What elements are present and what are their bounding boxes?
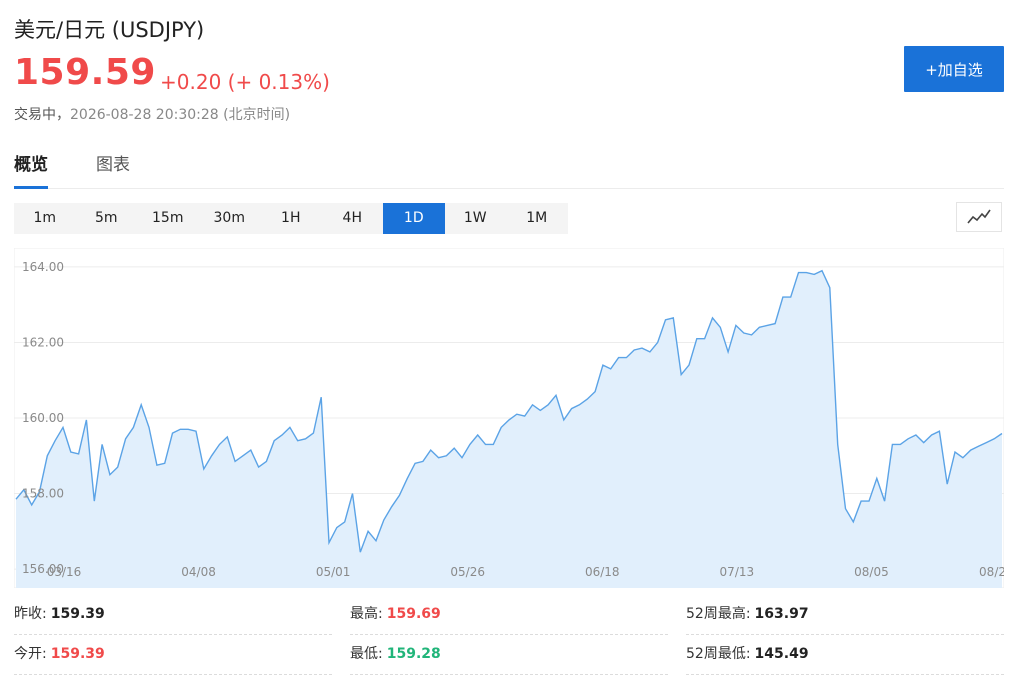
stat-value: 145.49	[754, 646, 809, 662]
tab-chart[interactable]: 图表	[96, 152, 130, 186]
period-15m[interactable]: 15m	[137, 203, 199, 234]
period-selector: 1m 5m 15m 30m 1H 4H 1D 1W 1M	[14, 203, 568, 234]
tab-overview[interactable]: 概览	[14, 152, 48, 189]
current-price: 159.59	[14, 52, 156, 93]
y-tick-label: 164.00	[22, 260, 64, 274]
period-1d[interactable]: 1D	[383, 203, 445, 234]
period-5m[interactable]: 5m	[76, 203, 138, 234]
x-tick-label: 08/05	[854, 565, 889, 579]
add-watchlist-button[interactable]: +加自选	[904, 46, 1004, 92]
x-tick-label: 03/16	[47, 565, 82, 579]
stat-value: 159.28	[386, 646, 441, 662]
x-tick-label: 05/26	[450, 565, 485, 579]
chart-type-button[interactable]	[956, 202, 1002, 232]
line-chart-icon	[967, 209, 991, 224]
stat-prev-close: 昨收: 159.39	[14, 596, 332, 635]
stat-52w-high: 52周最高: 163.97	[686, 596, 1004, 635]
x-tick-label: 05/01	[316, 565, 351, 579]
y-tick-label: 162.00	[22, 335, 64, 349]
trading-status: 交易中，2026-08-28 20:30:28 (北京时间)	[14, 104, 290, 124]
instrument-title: 美元/日元 (USDJPY)	[14, 18, 205, 42]
y-tick-label: 160.00	[22, 411, 64, 425]
stat-value: 159.39	[50, 646, 105, 662]
status-timestamp: 2026-08-28 20:30:28 (北京时间)	[70, 107, 291, 123]
stat-high: 最高: 159.69	[350, 596, 668, 635]
period-1mo[interactable]: 1M	[506, 203, 568, 234]
price-change: +0.20 (+ 0.13%)	[160, 70, 330, 94]
period-1m[interactable]: 1m	[14, 203, 76, 234]
view-tabs: 概览 图表	[14, 152, 1004, 189]
y-tick-label: 158.00	[22, 487, 64, 501]
x-tick-label: 04/08	[181, 565, 216, 579]
x-tick-label: 07/13	[720, 565, 755, 579]
stat-value: 159.69	[386, 606, 441, 622]
price-chart: 164.00162.00160.00158.00156.00 03/16 04/0…	[14, 248, 1004, 588]
stat-low: 最低: 159.28	[350, 636, 668, 675]
x-tick-label: 08/2	[979, 565, 1004, 579]
stat-value: 163.97	[754, 606, 809, 622]
status-label: 交易中，	[14, 107, 70, 123]
stat-open: 今开: 159.39	[14, 636, 332, 675]
period-4h[interactable]: 4H	[322, 203, 384, 234]
stat-value: 159.39	[50, 606, 105, 622]
x-tick-label: 06/18	[585, 565, 620, 579]
period-30m[interactable]: 30m	[199, 203, 261, 234]
period-1h[interactable]: 1H	[260, 203, 322, 234]
stat-52w-low: 52周最低: 145.49	[686, 636, 1004, 675]
period-1w[interactable]: 1W	[445, 203, 507, 234]
